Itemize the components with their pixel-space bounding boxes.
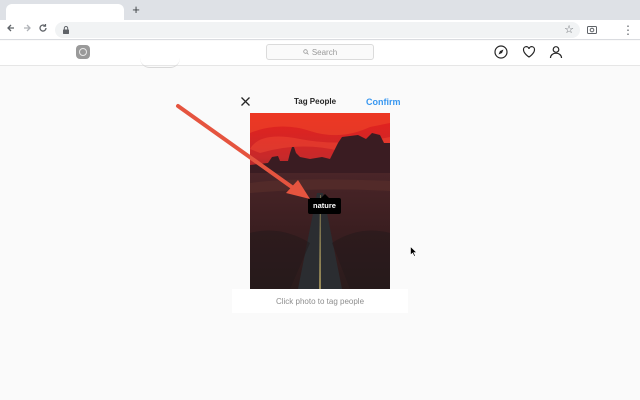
tag-label[interactable]: nature	[308, 194, 341, 214]
modal-title: Tag People	[293, 97, 337, 106]
browser-tab[interactable]	[6, 4, 124, 20]
heart-icon[interactable]	[522, 45, 536, 59]
new-tab-button[interactable]: +	[130, 3, 142, 17]
more-vert-icon[interactable]: ⋮	[622, 23, 634, 37]
tab-strip: +	[0, 0, 640, 20]
tag-hint-bar: Click photo to tag people	[232, 289, 408, 313]
search-input[interactable]: Search	[266, 44, 374, 60]
mouse-cursor	[410, 246, 418, 257]
lock-icon	[63, 26, 69, 34]
star-icon[interactable]: ☆	[564, 22, 574, 38]
arrow-left-icon	[7, 24, 14, 32]
search-placeholder: Search	[311, 47, 338, 57]
arrow-right-icon	[24, 24, 31, 32]
reload-icon	[39, 24, 47, 32]
profile-icon[interactable]	[549, 45, 563, 59]
forward-button[interactable]	[20, 23, 34, 37]
address-bar[interactable]: ☆	[55, 22, 580, 38]
extension-icon[interactable]	[586, 24, 598, 36]
confirm-button[interactable]: Confirm	[366, 97, 401, 107]
profile-ring-fragment	[140, 58, 180, 68]
reload-button[interactable]	[36, 23, 50, 37]
search-icon	[303, 49, 309, 55]
close-icon[interactable]	[240, 96, 251, 107]
browser-toolbar: ☆ ⋮	[0, 20, 640, 40]
instagram-icon[interactable]	[76, 45, 90, 59]
tag-hint-text: Click photo to tag people	[275, 296, 365, 306]
back-button[interactable]	[4, 23, 18, 37]
instagram-header: Search	[0, 41, 640, 66]
compass-icon[interactable]	[494, 45, 508, 59]
